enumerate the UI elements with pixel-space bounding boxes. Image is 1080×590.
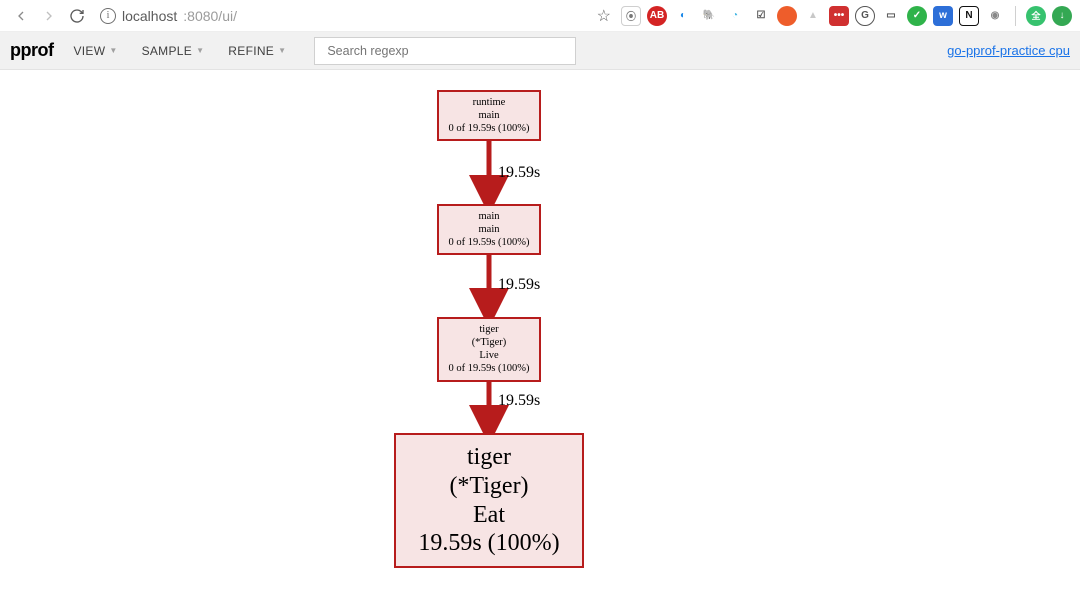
- node-runtime-main[interactable]: runtime main 0 of 19.59s (100%): [437, 90, 541, 141]
- extension-icon[interactable]: w: [933, 6, 953, 26]
- search-box[interactable]: [314, 37, 576, 65]
- node-line: main: [445, 223, 533, 236]
- extension-icon[interactable]: ◐: [673, 6, 693, 26]
- forward-button[interactable]: [36, 3, 62, 29]
- extension-icon[interactable]: ⦿: [621, 6, 641, 26]
- toolbar-divider: [1015, 6, 1016, 26]
- edge-label: 19.59s: [498, 276, 540, 294]
- extension-icon[interactable]: ✓: [907, 6, 927, 26]
- notion-icon[interactable]: N: [959, 6, 979, 26]
- node-line: 0 of 19.59s (100%): [445, 362, 533, 375]
- adblock-icon[interactable]: AB: [647, 6, 667, 26]
- node-line: 19.59s (100%): [410, 529, 568, 558]
- node-line: 0 of 19.59s (100%): [445, 236, 533, 249]
- node-line: runtime: [445, 96, 533, 109]
- profile-link[interactable]: go-pprof-practice cpu: [947, 43, 1070, 58]
- call-graph[interactable]: runtime main 0 of 19.59s (100%) 19.59s m…: [0, 70, 1080, 590]
- node-line: tiger: [410, 443, 568, 472]
- site-info-icon[interactable]: i: [100, 8, 116, 24]
- node-line: 0 of 19.59s (100%): [445, 122, 533, 135]
- chevron-down-icon: ▼: [278, 46, 286, 55]
- url-path: :8080/ui/: [183, 8, 237, 24]
- chevron-down-icon: ▼: [196, 46, 204, 55]
- node-line: tiger: [445, 323, 533, 336]
- reload-button[interactable]: [64, 3, 90, 29]
- node-line: main: [445, 210, 533, 223]
- node-line: main: [445, 109, 533, 122]
- evernote-icon[interactable]: 🐘: [699, 6, 719, 26]
- camera-icon[interactable]: ◉: [985, 6, 1005, 26]
- search-input[interactable]: [327, 44, 563, 58]
- pprof-toolbar: pprof VIEW▼ SAMPLE▼ REFINE▼ go-pprof-pra…: [0, 32, 1080, 70]
- back-button[interactable]: [8, 3, 34, 29]
- extension-icon[interactable]: ☑: [751, 6, 771, 26]
- node-line: Live: [445, 349, 533, 362]
- bookmark-star-icon[interactable]: ☆: [597, 6, 611, 26]
- extension-icon[interactable]: ↓: [1052, 6, 1072, 26]
- node-tiger-live[interactable]: tiger (*Tiger) Live 0 of 19.59s (100%): [437, 317, 541, 382]
- extension-icon[interactable]: ◔: [725, 6, 745, 26]
- extension-icons: ⦿ AB ◐ 🐘 ◔ ☑ ▲ ••• G ▭ ✓ w N ◉ 全 ↓: [621, 6, 1072, 26]
- grammarly-icon[interactable]: G: [855, 6, 875, 26]
- node-line: (*Tiger): [445, 336, 533, 349]
- extension-icon[interactable]: •••: [829, 6, 849, 26]
- node-tiger-eat[interactable]: tiger (*Tiger) Eat 19.59s (100%): [394, 433, 584, 568]
- extension-icon[interactable]: ▭: [881, 6, 901, 26]
- refine-menu[interactable]: REFINE▼: [218, 40, 296, 62]
- browser-chrome: i localhost :8080/ui/ ☆ ⦿ AB ◐ 🐘 ◔ ☑ ▲ ••…: [0, 0, 1080, 32]
- view-menu[interactable]: VIEW▼: [63, 40, 127, 62]
- address-bar[interactable]: i localhost :8080/ui/: [100, 8, 237, 24]
- edge-label: 19.59s: [498, 392, 540, 410]
- sample-menu[interactable]: SAMPLE▼: [132, 40, 215, 62]
- pprof-logo: pprof: [10, 40, 53, 61]
- node-line: Eat: [410, 501, 568, 530]
- edge-label: 19.59s: [498, 164, 540, 182]
- extension-icon[interactable]: [777, 6, 797, 26]
- node-line: (*Tiger): [410, 472, 568, 501]
- extension-icon[interactable]: 全: [1026, 6, 1046, 26]
- url-host: localhost: [122, 8, 177, 24]
- chevron-down-icon: ▼: [109, 46, 117, 55]
- node-main-main[interactable]: main main 0 of 19.59s (100%): [437, 204, 541, 255]
- extension-icon[interactable]: ▲: [803, 6, 823, 26]
